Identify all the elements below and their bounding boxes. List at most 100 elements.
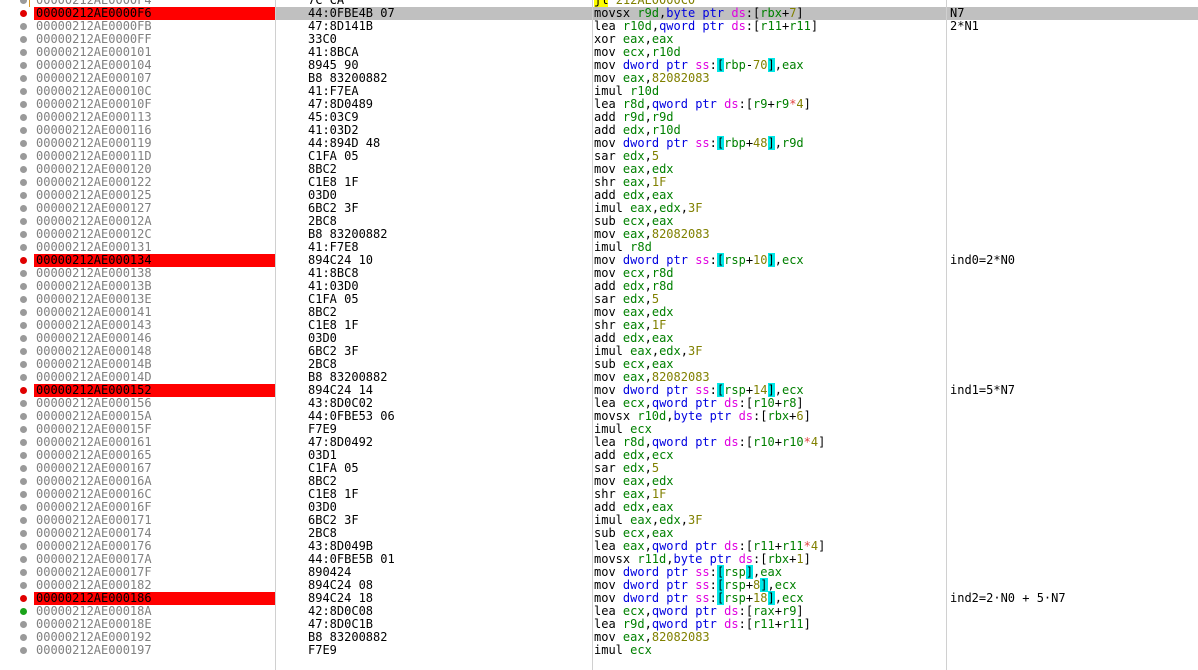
breakpoint-gutter[interactable] [0,605,34,618]
comment-cell [947,176,1198,189]
breakpoint-gutter[interactable] [0,254,34,267]
comment-cell [947,202,1198,215]
line-marker-icon [20,0,27,4]
breakpoint-gutter[interactable] [0,527,34,540]
breakpoint-gutter[interactable] [0,592,34,605]
breakpoint-gutter[interactable] [0,150,34,163]
bytes-text: 6BC2 3F [308,344,359,358]
mnemonic: shr [594,175,616,189]
breakpoint-gutter[interactable] [0,501,34,514]
breakpoint-gutter[interactable] [0,410,34,423]
breakpoint-gutter[interactable] [0,137,34,150]
bytes-text: B8 83200882 [308,630,388,644]
breakpoint-gutter[interactable] [0,631,34,644]
breakpoint-gutter[interactable] [0,215,34,228]
bytes-text: 47:8D0C1B [308,617,374,631]
breakpoint-gutter[interactable] [0,384,34,397]
comment-cell [947,501,1198,514]
breakpoint-gutter[interactable] [0,293,34,306]
breakpoint-gutter[interactable] [0,618,34,631]
breakpoint-gutter[interactable] [0,280,34,293]
breakpoint-gutter[interactable] [0,33,34,46]
breakpoint-gutter[interactable] [0,319,34,332]
bytes-text: C1E8 1F [308,175,359,189]
bytes-text: 47:8D141B [308,19,374,33]
bytes-text: 2BC8 [308,526,337,540]
mnemonic: add [594,188,616,202]
comment-cell [947,540,1198,553]
breakpoint-gutter[interactable] [0,566,34,579]
breakpoint-gutter[interactable] [0,267,34,280]
address-cell: 00000212AE000197 [36,643,152,657]
line-marker-icon [20,309,27,316]
comment-cell [947,98,1198,111]
breakpoint-gutter[interactable] [0,228,34,241]
breakpoint-gutter[interactable] [0,449,34,462]
bytes-text: B8 83200882 [308,227,388,241]
comment-cell [947,618,1198,631]
breakpoint-gutter[interactable] [0,163,34,176]
bytes-text: F7E9 [308,422,337,436]
breakpoint-gutter[interactable] [0,540,34,553]
breakpoint-gutter[interactable] [0,111,34,124]
breakpoint-icon [20,10,27,17]
disasm-row[interactable]: 00000212AE000197 F7E9 imul ecx [0,644,1198,657]
breakpoint-gutter[interactable] [0,332,34,345]
bytes-text: 03D0 [308,188,337,202]
comment-cell [947,462,1198,475]
breakpoint-gutter[interactable] [0,306,34,319]
breakpoint-gutter[interactable] [0,475,34,488]
breakpoint-gutter[interactable] [0,553,34,566]
mnemonic: mov [594,578,616,592]
breakpoint-gutter[interactable] [0,644,34,657]
breakpoint-gutter[interactable] [0,85,34,98]
mnemonic: imul [594,84,623,98]
breakpoint-gutter[interactable] [0,397,34,410]
comment-cell [947,449,1198,462]
comment-cell [947,527,1198,540]
breakpoint-gutter[interactable] [0,436,34,449]
line-marker-icon [20,374,27,381]
breakpoint-gutter[interactable] [0,423,34,436]
comment-cell [947,319,1198,332]
breakpoint-gutter[interactable] [0,371,34,384]
breakpoint-gutter[interactable] [0,72,34,85]
bytes-text: 890424 [308,565,352,579]
bytes-text: B8 83200882 [308,370,388,384]
line-marker-icon [20,530,27,537]
breakpoint-gutter[interactable] [0,579,34,592]
mnemonic: imul [594,422,623,436]
comment-cell [947,605,1198,618]
bytes-text: 894C24 14 [308,383,374,397]
disassembly-view[interactable]: 00000212AE0000F4 ^ 7C CA jl 212AE0000C0 0000… [0,0,1198,657]
breakpoint-gutter[interactable] [0,345,34,358]
mnemonic: movsx [594,552,631,566]
breakpoint-gutter[interactable] [0,189,34,202]
comment-cell [947,644,1198,657]
breakpoint-gutter[interactable] [0,176,34,189]
breakpoint-gutter[interactable] [0,124,34,137]
breakpoint-gutter[interactable] [0,462,34,475]
breakpoint-gutter[interactable] [0,20,34,33]
breakpoint-gutter[interactable] [0,488,34,501]
comment-cell: N7 [947,7,1198,20]
breakpoint-gutter[interactable] [0,514,34,527]
line-marker-icon [20,426,27,433]
mnemonic: lea [594,19,616,33]
breakpoint-gutter[interactable] [0,0,34,7]
breakpoint-gutter[interactable] [0,98,34,111]
breakpoint-gutter[interactable] [0,59,34,72]
mnemonic: mov [594,58,616,72]
breakpoint-icon [20,595,27,602]
mnemonic: mov [594,45,616,59]
breakpoint-gutter[interactable] [0,202,34,215]
mnemonic: add [594,331,616,345]
breakpoint-gutter[interactable] [0,7,34,20]
mnemonic: sub [594,357,616,371]
comment-cell [947,111,1198,124]
breakpoint-gutter[interactable] [0,241,34,254]
breakpoint-gutter[interactable] [0,358,34,371]
bytes-cell: F7E9 [276,644,592,657]
line-marker-icon [20,49,27,56]
breakpoint-gutter[interactable] [0,46,34,59]
